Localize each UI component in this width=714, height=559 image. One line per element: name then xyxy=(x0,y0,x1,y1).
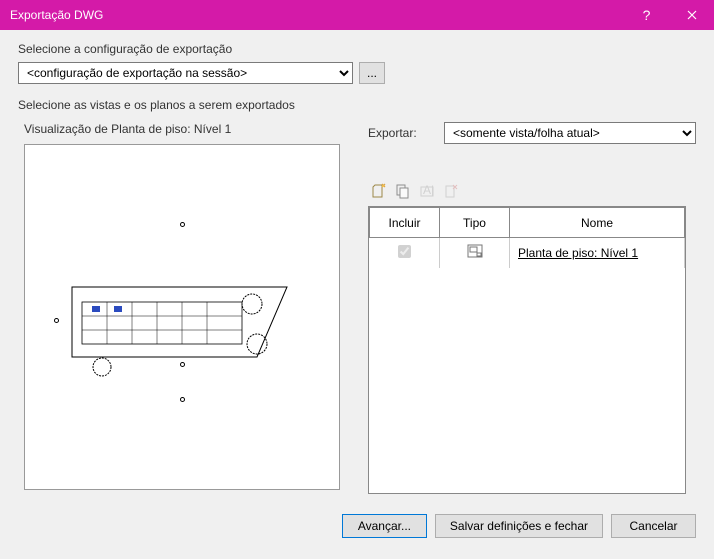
sheet-icon xyxy=(467,244,483,258)
close-icon xyxy=(687,10,697,20)
cancel-button[interactable]: Cancelar xyxy=(611,514,696,538)
rename-icon[interactable]: A| xyxy=(418,182,436,200)
duplicate-icon[interactable] xyxy=(394,182,412,200)
help-button[interactable]: ? xyxy=(624,0,669,30)
footer: Avançar... Salvar definições e fechar Ca… xyxy=(0,504,714,538)
export-scope-select[interactable]: <somente vista/folha atual> xyxy=(444,122,696,144)
preview-pane xyxy=(24,144,340,490)
row-name[interactable]: Planta de piso: Nível 1 xyxy=(510,238,685,268)
col-include[interactable]: Incluir xyxy=(370,208,440,238)
floor-plan-thumbnail xyxy=(62,232,302,402)
svg-text:A|: A| xyxy=(423,183,434,197)
views-grid: Incluir Tipo Nome xyxy=(368,206,686,494)
preview-title: Visualização de Planta de piso: Nível 1 xyxy=(24,122,348,136)
config-label: Selecione a configuração de exportação xyxy=(18,42,696,56)
ellipsis-icon: ... xyxy=(367,66,377,80)
new-set-icon[interactable] xyxy=(370,182,388,200)
titlebar: Exportação DWG ? xyxy=(0,0,714,30)
save-close-button[interactable]: Salvar definições e fechar xyxy=(435,514,603,538)
window-title: Exportação DWG xyxy=(10,8,624,22)
export-label: Exportar: xyxy=(368,126,428,140)
close-button[interactable] xyxy=(669,0,714,30)
next-button[interactable]: Avançar... xyxy=(342,514,427,538)
delete-icon[interactable] xyxy=(442,182,460,200)
col-name[interactable]: Nome xyxy=(510,208,685,238)
grid-toolbar: A| xyxy=(368,182,696,200)
col-type[interactable]: Tipo xyxy=(440,208,510,238)
include-checkbox[interactable] xyxy=(398,245,411,258)
table-row[interactable]: Planta de piso: Nível 1 xyxy=(370,238,685,268)
config-browse-button[interactable]: ... xyxy=(359,62,385,84)
views-label: Selecione as vistas e os planos a serem … xyxy=(18,98,696,112)
export-config-select[interactable]: <configuração de exportação na sessão> xyxy=(18,62,353,84)
